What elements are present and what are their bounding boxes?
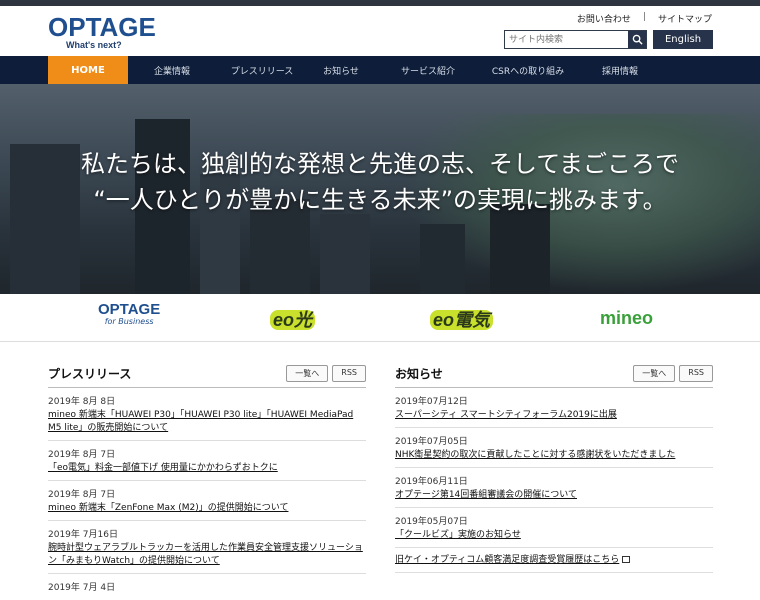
list-item: 2019年 8月 7日 「eo電気」料金一部値下げ 使用量にかかわらずおトクに — [48, 441, 366, 481]
search-button[interactable] — [628, 31, 646, 48]
hero-building — [420, 224, 465, 294]
brand-optage-business[interactable]: OPTAGE for Business — [98, 302, 160, 326]
hero-banner: 私たちは、独創的な発想と先進の志、そしてまごころで “一人ひとりが豊かに生きる未… — [0, 84, 760, 294]
item-date: 2019年05月07日 — [395, 517, 468, 527]
hero-line-2: “一人ひとりが豊かに生きる未来”の実現に挑みます。 — [93, 186, 667, 214]
search-icon — [632, 34, 643, 45]
nav-csr[interactable]: CSRへの取り組み — [482, 56, 574, 84]
header-links: お問い合わせ | サイトマップ — [577, 12, 712, 25]
link-separator: | — [642, 12, 646, 22]
logo-name: OPTAGE — [48, 12, 156, 42]
hero-tagline: 私たちは、独創的な発想と先進の志、そしてまごころで “一人ひとりが豊かに生きる未… — [0, 146, 760, 218]
cs-history-label: 旧ケイ・オプティコム顧客満足度調査受賞履歴はこちら — [395, 555, 620, 565]
press-header: プレスリリース 一覧へ RSS — [48, 360, 366, 388]
contact-link[interactable]: お問い合わせ — [577, 12, 631, 25]
item-link[interactable]: 「クールビズ」実施のお知らせ — [395, 529, 713, 542]
cs-history-link[interactable]: 旧ケイ・オプティコム顧客満足度調査受賞履歴はこちら — [395, 554, 713, 567]
item-link[interactable]: 「eo電気」料金一部値下げ 使用量にかかわらずおトクに — [48, 462, 366, 475]
list-item: 2019年05月07日 「クールビズ」実施のお知らせ — [395, 508, 713, 548]
item-link[interactable]: mineo 新端末「ZenFone Max (M2)」の提供開始について — [48, 502, 366, 515]
news-rss-button[interactable]: RSS — [679, 365, 713, 382]
list-item: 2019年 7月 4日 — [48, 574, 366, 600]
press-list-button[interactable]: 一覧へ — [286, 365, 329, 382]
main-nav: HOME 企業情報 プレスリリース お知らせ サービス紹介 CSRへの取り組み … — [0, 56, 760, 84]
list-item: 2019年 7月16日 腕時計型ウェアラブルトラッカーを活用した作業員安全管理支… — [48, 521, 366, 574]
list-item: 2019年07月05日 NHK衛星契約の取次に貢献したことに対する感謝状をいただ… — [395, 428, 713, 468]
item-date: 2019年 7月 4日 — [48, 583, 116, 593]
item-date: 2019年 8月 8日 — [48, 397, 116, 407]
english-button[interactable]: English — [653, 30, 713, 49]
nav-company[interactable]: 企業情報 — [128, 56, 216, 84]
list-item: 2019年07月12日 スーパーシティ スマートシティフォーラム2019に出展 — [395, 388, 713, 428]
item-link[interactable]: NHK衛星契約の取次に貢献したことに対する感謝状をいただきました — [395, 449, 713, 462]
brand-eo-hikari-label: eo光 — [270, 310, 316, 330]
list-item: 旧ケイ・オプティコム顧客満足度調査受賞履歴はこちら — [395, 548, 713, 573]
hero-building — [320, 214, 370, 294]
hero-line-1: 私たちは、独創的な発想と先進の志、そしてまごころで — [80, 150, 680, 178]
brand-strip: OPTAGE for Business eo光 eo電気 mineo — [0, 294, 760, 342]
external-link-icon — [622, 556, 631, 563]
item-link[interactable]: 腕時計型ウェアラブルトラッカーを活用した作業員安全管理支援ソリューション「みまも… — [48, 542, 366, 568]
news-section: お知らせ 一覧へ RSS 2019年07月12日 スーパーシティ スマートシティ… — [395, 360, 713, 573]
item-date: 2019年07月12日 — [395, 397, 468, 407]
nav-services[interactable]: サービス紹介 — [374, 56, 482, 84]
list-item: 2019年 8月 8日 mineo 新端末「HUAWEI P30」「HUAWEI… — [48, 388, 366, 441]
item-link[interactable]: mineo 新端末「HUAWEI P30」「HUAWEI P30 lite」「H… — [48, 409, 366, 435]
brand-eo-denki[interactable]: eo電気 — [430, 306, 494, 332]
news-title: お知らせ — [395, 367, 443, 381]
brand-eo-hikari[interactable]: eo光 — [270, 306, 316, 332]
news-header: お知らせ 一覧へ RSS — [395, 360, 713, 388]
brand-eo-denki-label: eo電気 — [430, 310, 494, 330]
sitemap-link[interactable]: サイトマップ — [658, 12, 712, 25]
list-item: 2019年 8月 7日 mineo 新端末「ZenFone Max (M2)」の… — [48, 481, 366, 521]
press-title: プレスリリース — [48, 367, 132, 381]
nav-recruit[interactable]: 採用情報 — [574, 56, 666, 84]
nav-press[interactable]: プレスリリース — [216, 56, 308, 84]
item-date: 2019年06月11日 — [395, 477, 468, 487]
nav-home[interactable]: HOME — [48, 56, 128, 84]
brand-mineo[interactable]: mineo — [600, 308, 653, 329]
item-date: 2019年 8月 7日 — [48, 450, 116, 460]
header: OPTAGE What's next? お問い合わせ | サイトマップ Engl… — [0, 6, 760, 56]
nav-news[interactable]: お知らせ — [308, 56, 374, 84]
list-item: 2019年06月11日 オプテージ第14回番組審議会の開催について — [395, 468, 713, 508]
item-date: 2019年 8月 7日 — [48, 490, 116, 500]
brand-optage-sub: for Business — [104, 317, 154, 326]
item-link[interactable]: スーパーシティ スマートシティフォーラム2019に出展 — [395, 409, 713, 422]
news-list-button[interactable]: 一覧へ — [633, 365, 676, 382]
press-rss-button[interactable]: RSS — [332, 365, 366, 382]
item-date: 2019年07月05日 — [395, 437, 468, 447]
press-release-section: プレスリリース 一覧へ RSS 2019年 8月 8日 mineo 新端末「HU… — [48, 360, 366, 600]
optage-logo[interactable]: OPTAGE What's next? — [48, 14, 156, 50]
brand-optage-name: OPTAGE — [98, 301, 161, 318]
item-link[interactable]: オプテージ第14回番組審議会の開催について — [395, 489, 713, 502]
site-search — [504, 30, 647, 49]
search-input[interactable] — [505, 31, 628, 48]
item-date: 2019年 7月16日 — [48, 530, 118, 540]
